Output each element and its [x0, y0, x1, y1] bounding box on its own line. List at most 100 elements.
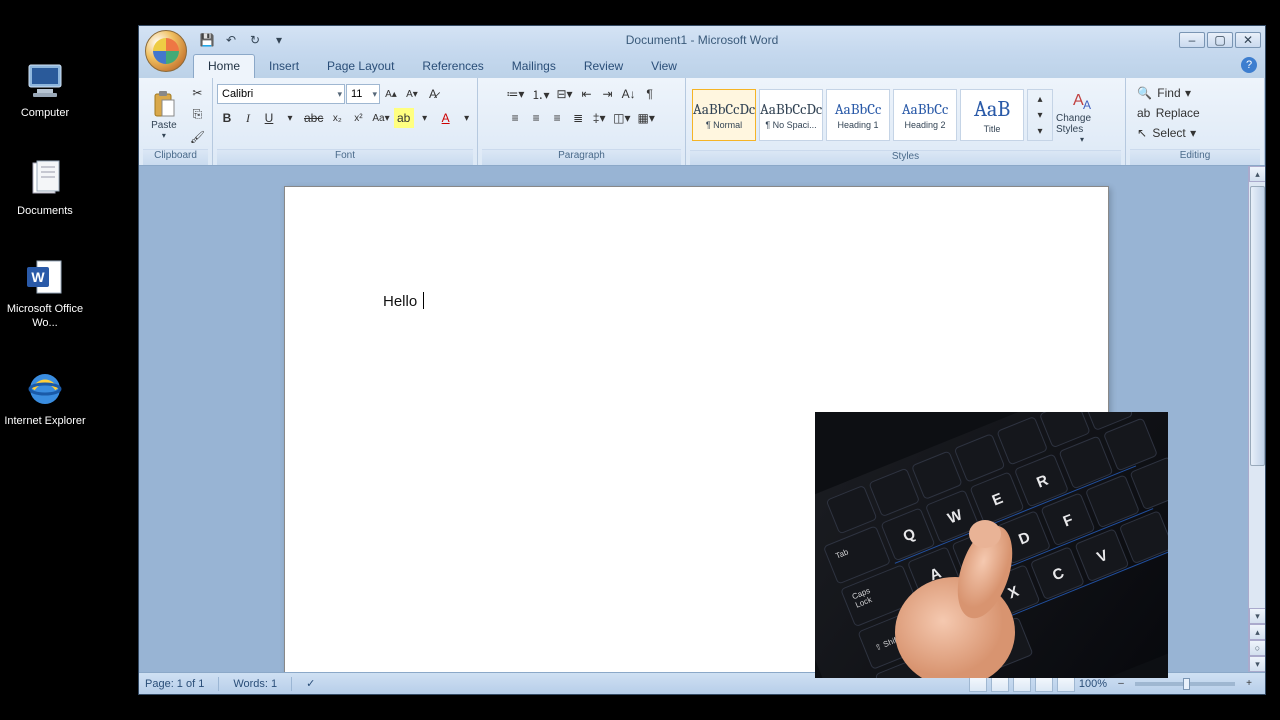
align-center-button[interactable]: ≡ — [526, 108, 546, 128]
underline-button[interactable]: U — [259, 108, 279, 128]
maximize-button[interactable]: ▢ — [1207, 32, 1233, 48]
paste-icon — [151, 90, 177, 120]
prev-page-button[interactable]: ▴ — [1249, 624, 1265, 640]
align-left-button[interactable]: ≡ — [505, 108, 525, 128]
borders-button[interactable]: ▦▾ — [635, 108, 658, 128]
replace-button[interactable]: ab Replace — [1134, 104, 1203, 122]
italic-button[interactable]: I — [238, 108, 258, 128]
quick-access-toolbar: 💾 ↶ ↻ ▾ — [197, 31, 289, 49]
increase-indent-button[interactable]: ⇥ — [598, 84, 618, 104]
zoom-in-button[interactable]: + — [1239, 674, 1259, 694]
minimize-button[interactable]: – — [1179, 32, 1205, 48]
tab-page-layout[interactable]: Page Layout — [313, 55, 408, 78]
status-proofing-icon[interactable]: ✓ — [306, 677, 315, 690]
shading-button[interactable]: ◫▾ — [610, 108, 633, 128]
documents-icon — [22, 158, 68, 200]
zoom-slider[interactable] — [1135, 682, 1235, 686]
tab-insert[interactable]: Insert — [255, 55, 313, 78]
numbering-button[interactable]: ⒈▾ — [528, 84, 552, 104]
change-styles-button[interactable]: AA Change Styles▾ — [1056, 83, 1108, 147]
desktop-icon-computer[interactable]: Computer — [0, 60, 90, 120]
desktop-icon-label: Microsoft Office Wo... — [0, 302, 90, 330]
next-page-button[interactable]: ▾ — [1249, 656, 1265, 672]
styles-row-up[interactable]: ▴ — [1030, 92, 1050, 106]
shrink-font-button[interactable]: A▾ — [402, 84, 422, 104]
group-label-styles: Styles — [690, 150, 1121, 165]
highlight-button[interactable]: ab — [394, 108, 414, 128]
paste-button[interactable]: Paste ▾ — [143, 83, 185, 147]
styles-row-down[interactable]: ▾ — [1030, 108, 1050, 122]
grow-font-button[interactable]: A▴ — [381, 84, 401, 104]
bullets-button[interactable]: ≔▾ — [503, 84, 527, 104]
group-font: Calibri 11 A▴ A▾ A̷ B I U▾ abc x₂ x² Aa▾… — [213, 78, 478, 165]
sort-button[interactable]: A↓ — [619, 84, 639, 104]
word-icon: W — [22, 256, 68, 298]
tab-home[interactable]: Home — [193, 54, 255, 78]
vertical-scrollbar[interactable]: ▴ ▾ ▴ ○ ▾ — [1248, 166, 1265, 672]
desktop-icon-word[interactable]: W Microsoft Office Wo... — [0, 256, 90, 330]
office-button[interactable] — [145, 30, 187, 72]
style-no-spacing[interactable]: AaBbCcDc¶ No Spaci... — [759, 89, 823, 141]
clear-formatting-button[interactable]: A̷ — [423, 84, 443, 104]
select-button[interactable]: ↖ Select ▾ — [1134, 124, 1199, 142]
svg-text:W: W — [31, 269, 45, 285]
tab-review[interactable]: Review — [570, 55, 637, 78]
subscript-button[interactable]: x₂ — [327, 108, 347, 128]
status-words[interactable]: Words: 1 — [233, 678, 277, 690]
group-label-font: Font — [217, 149, 473, 165]
ribbon: Paste ▾ ✂ ⎘ 🖌 Clipboard Calibri 11 A▴ A▾ — [139, 78, 1265, 166]
close-button[interactable]: ✕ — [1235, 32, 1261, 48]
group-label-editing: Editing — [1130, 149, 1260, 165]
superscript-button[interactable]: x² — [348, 108, 368, 128]
highlight-dropdown[interactable]: ▾ — [415, 108, 435, 128]
font-color-button[interactable]: A — [436, 108, 456, 128]
document-text: Hello — [383, 293, 417, 310]
group-styles: AaBbCcDc¶ Normal AaBbCcDc¶ No Spaci... A… — [686, 78, 1126, 165]
bold-button[interactable]: B — [217, 108, 237, 128]
help-button[interactable]: ? — [1241, 57, 1257, 73]
tab-view[interactable]: View — [637, 55, 691, 78]
strikethrough-button[interactable]: abc — [301, 108, 326, 128]
style-heading1[interactable]: AaBbCcHeading 1 — [826, 89, 890, 141]
status-page[interactable]: Page: 1 of 1 — [145, 678, 204, 690]
group-label-paragraph: Paragraph — [482, 149, 681, 165]
desktop: Computer Documents W Microsoft Office Wo… — [0, 0, 135, 720]
zoom-level[interactable]: 100% — [1079, 678, 1107, 690]
show-hide-button[interactable]: ¶ — [640, 84, 660, 104]
style-normal[interactable]: AaBbCcDc¶ Normal — [692, 89, 756, 141]
qat-undo-button[interactable]: ↶ — [221, 31, 241, 49]
format-painter-button[interactable]: 🖌 — [187, 127, 208, 147]
find-button[interactable]: 🔍 Find ▾ — [1134, 84, 1194, 102]
group-label-clipboard: Clipboard — [143, 149, 208, 165]
tab-mailings[interactable]: Mailings — [498, 55, 570, 78]
svg-text:A: A — [1083, 98, 1091, 112]
scroll-thumb[interactable] — [1250, 186, 1265, 466]
cut-button[interactable]: ✂ — [187, 83, 207, 103]
font-name-select[interactable]: Calibri — [217, 84, 345, 104]
desktop-icon-ie[interactable]: Internet Explorer — [0, 368, 90, 428]
line-spacing-button[interactable]: ‡▾ — [589, 108, 609, 128]
font-size-select[interactable]: 11 — [346, 84, 380, 104]
qat-redo-button[interactable]: ↻ — [245, 31, 265, 49]
copy-button[interactable]: ⎘ — [187, 105, 207, 125]
multilevel-button[interactable]: ⊟▾ — [553, 84, 575, 104]
text-cursor — [423, 292, 424, 309]
styles-expand[interactable]: ▾ — [1030, 124, 1050, 138]
change-case-button[interactable]: Aa▾ — [369, 108, 392, 128]
underline-dropdown[interactable]: ▾ — [280, 108, 300, 128]
scroll-up-button[interactable]: ▴ — [1249, 166, 1265, 182]
browse-object-button[interactable]: ○ — [1249, 640, 1265, 656]
style-heading2[interactable]: AaBbCcHeading 2 — [893, 89, 957, 141]
decrease-indent-button[interactable]: ⇤ — [577, 84, 597, 104]
qat-save-button[interactable]: 💾 — [197, 31, 217, 49]
font-color-dropdown[interactable]: ▾ — [457, 108, 477, 128]
computer-icon — [22, 60, 68, 102]
style-title[interactable]: AaBTitle — [960, 89, 1024, 141]
desktop-icon-documents[interactable]: Documents — [0, 158, 90, 218]
justify-button[interactable]: ≣ — [568, 108, 588, 128]
align-right-button[interactable]: ≡ — [547, 108, 567, 128]
scroll-down-button[interactable]: ▾ — [1249, 608, 1265, 624]
tab-references[interactable]: References — [408, 55, 497, 78]
ribbon-tabs: Home Insert Page Layout References Maili… — [139, 53, 1265, 78]
qat-customize-button[interactable]: ▾ — [269, 31, 289, 49]
